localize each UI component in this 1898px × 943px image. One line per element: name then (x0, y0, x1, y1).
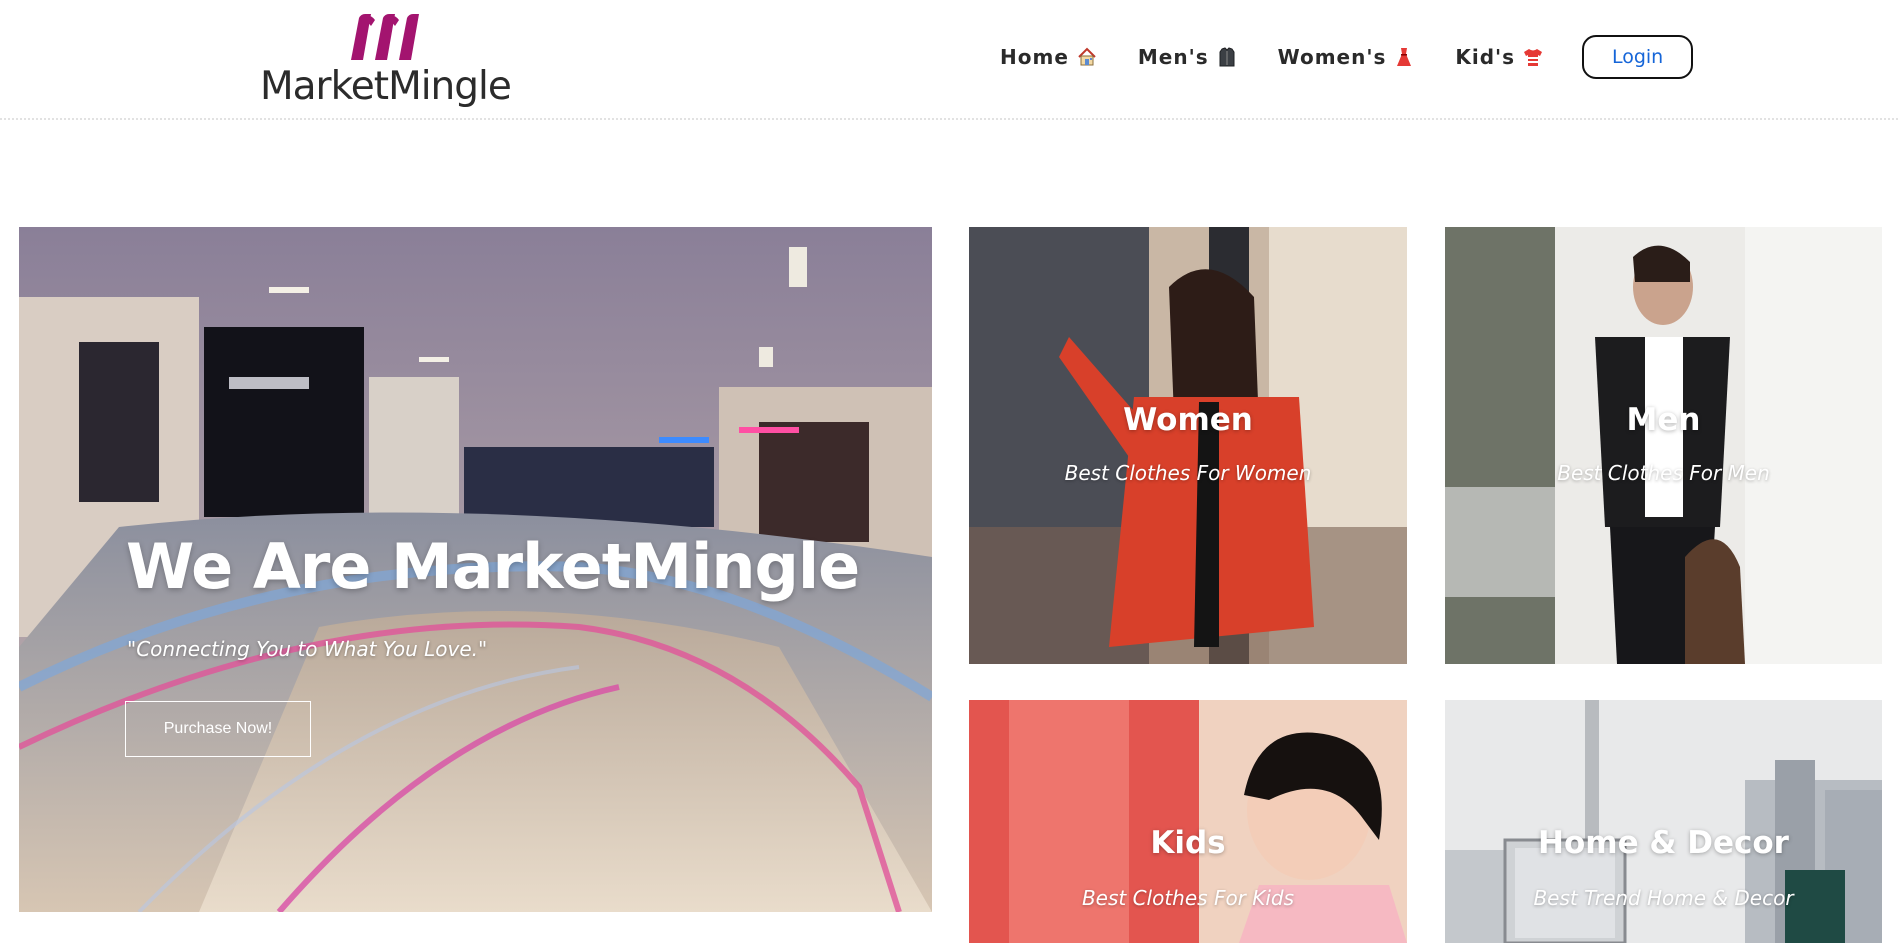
house-icon (1076, 46, 1098, 68)
purchase-now-button[interactable]: Purchase Now! (125, 701, 311, 757)
category-subtitle: Best Clothes For Kids (1081, 886, 1295, 910)
category-tile-home-decor[interactable]: Home & Decor Best Trend Home & Decor (1445, 700, 1882, 943)
category-subtitle: Best Clothes For Men (1557, 461, 1770, 485)
nav-item-label: Kid's (1455, 45, 1516, 69)
nav-item-label: Men's (1137, 45, 1209, 69)
tshirt-icon (1522, 46, 1544, 68)
site-header: MarketMingle Home Men's Women's Kid's Lo… (0, 0, 1898, 120)
nav-item-mens[interactable]: Men's (1138, 45, 1238, 69)
nav-item-label: Home (1000, 45, 1069, 69)
category-tile-women[interactable]: Women Best Clothes For Women (969, 227, 1407, 664)
brand-name: MarketMingle (260, 64, 512, 109)
brand-logo[interactable]: MarketMingle (260, 14, 512, 112)
shirt-dark-icon (1216, 46, 1238, 68)
category-title: Men (1626, 402, 1701, 438)
nav-item-label: Women's (1277, 45, 1387, 69)
category-tile-kids[interactable]: Kids Best Clothes For Kids (969, 700, 1407, 943)
hero-banner: We Are MarketMingle "Connecting You to W… (19, 227, 932, 912)
category-title: Kids (1150, 825, 1226, 861)
hero-title: We Are MarketMingle (126, 530, 860, 603)
nav-item-home[interactable]: Home (1000, 45, 1098, 69)
nav-item-kids[interactable]: Kid's (1455, 45, 1544, 69)
men-photo (1445, 227, 1882, 664)
women-photo (969, 227, 1407, 664)
hero-tagline: "Connecting You to What You Love." (127, 637, 488, 661)
category-title: Home & Decor (1538, 825, 1789, 861)
category-subtitle: Best Clothes For Women (1064, 461, 1312, 485)
dress-icon (1393, 46, 1415, 68)
category-title: Women (1123, 402, 1253, 438)
login-button[interactable]: Login (1582, 35, 1694, 79)
category-tile-men[interactable]: Men Best Clothes For Men (1445, 227, 1882, 664)
logo-mark-icon (351, 14, 419, 60)
main-nav: Home Men's Women's Kid's Login (1000, 34, 1694, 80)
category-subtitle: Best Trend Home & Decor (1533, 886, 1794, 910)
nav-item-womens[interactable]: Women's (1278, 45, 1416, 69)
